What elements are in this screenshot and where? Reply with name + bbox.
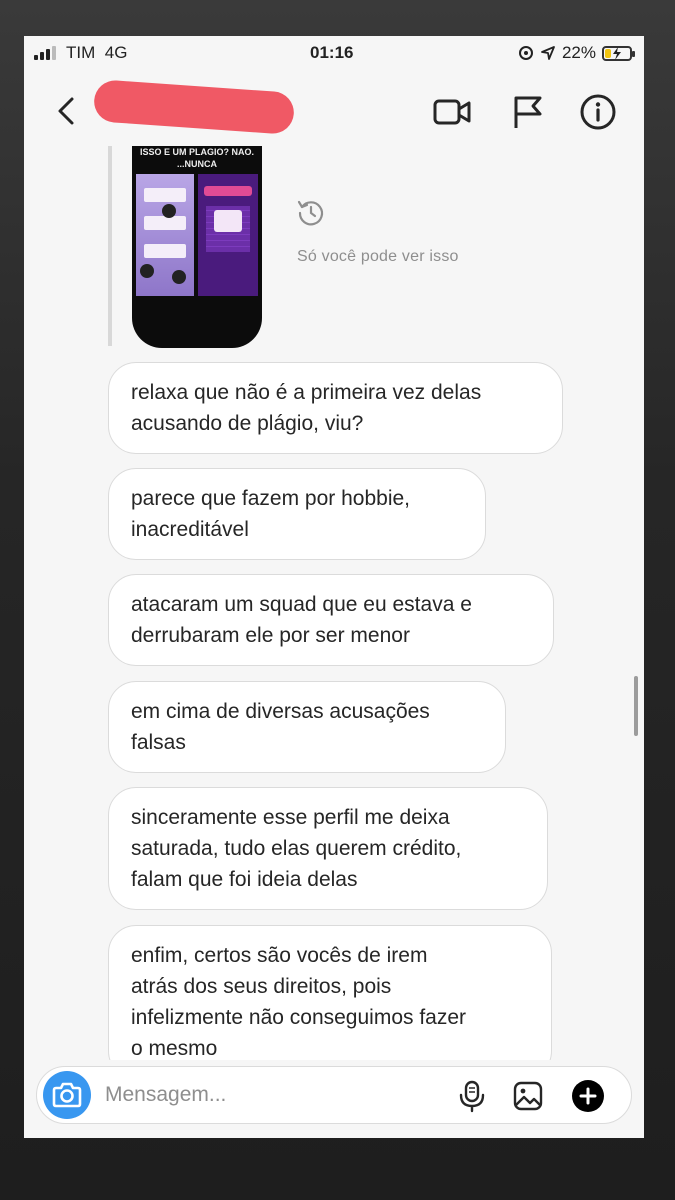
thumbnail-caption: ISSO E UM PLAGIO? NAO. ...NUNCA [139,147,254,169]
message-text: relaxa que não é a primeira vez delas ac… [131,381,482,435]
status-bar: TIM 4G 01:16 22% [24,36,644,70]
gallery-icon[interactable] [511,1079,545,1113]
camera-button[interactable] [43,1071,91,1119]
battery-percent: 22% [561,43,596,62]
video-call-icon[interactable] [432,92,472,132]
thumbnail-character-icon [172,270,186,284]
message-text: enfim, certos são vocês de irem atrás do… [131,944,467,1060]
thumbnail-card [144,216,186,230]
thumbnail-card [144,244,186,258]
orientation-lock-icon [518,46,533,60]
microphone-icon[interactable] [455,1079,489,1113]
camera-icon [52,1082,82,1108]
thumbnail-character-icon [162,204,176,218]
only-you-can-see-label: Só você pode ver isso [297,248,459,265]
scrollbar[interactable] [634,676,638,736]
message-bubble[interactable]: parece que fazem por hobbie, inacreditáv… [108,468,486,560]
location-icon [541,46,555,60]
history-icon [297,200,324,226]
report-flag-icon[interactable] [508,92,548,132]
back-icon[interactable] [52,96,82,126]
add-icon[interactable] [571,1079,605,1113]
message-text: sinceramente esse perfil me deixa satura… [131,806,462,891]
network-label: 4G [104,43,128,62]
message-bubble[interactable]: atacaram um squad que eu estava e derrub… [108,574,554,666]
message-bubble[interactable]: enfim, certos são vocês de irem atrás do… [108,925,552,1079]
message-text: parece que fazem por hobbie, inacreditáv… [131,487,411,541]
thumbnail-character-icon [140,264,154,278]
message-input[interactable] [105,1079,405,1111]
message-bubble[interactable]: sinceramente esse perfil me deixa satura… [108,787,548,910]
thumbnail-box [214,210,242,232]
message-text: atacaram um squad que eu estava e derrub… [131,593,472,647]
battery-icon [602,45,635,61]
reply-quote-line [108,146,112,346]
carrier-label: TIM 4G [66,43,128,62]
story-thumbnail[interactable]: ISSO E UM PLAGIO? NAO. ...NUNCA [132,146,262,348]
message-bubble[interactable]: relaxa que não é a primeira vez delas ac… [108,362,563,454]
thumbnail-card [144,188,186,202]
battery-level [605,48,611,58]
clock: 01:16 [310,43,354,62]
message-composer [36,1066,632,1124]
thumbnail-pill [204,186,252,196]
status-right: 22% [518,43,635,63]
info-icon[interactable] [578,92,618,132]
message-text: em cima de diversas acusações falsas [131,700,430,754]
phone-screen: TIM 4G 01:16 22% ISSO E UM PLAGIO? NAO. … [24,36,644,1138]
message-bubble[interactable]: em cima de diversas acusações falsas [108,681,506,773]
signal-icon [34,46,56,60]
